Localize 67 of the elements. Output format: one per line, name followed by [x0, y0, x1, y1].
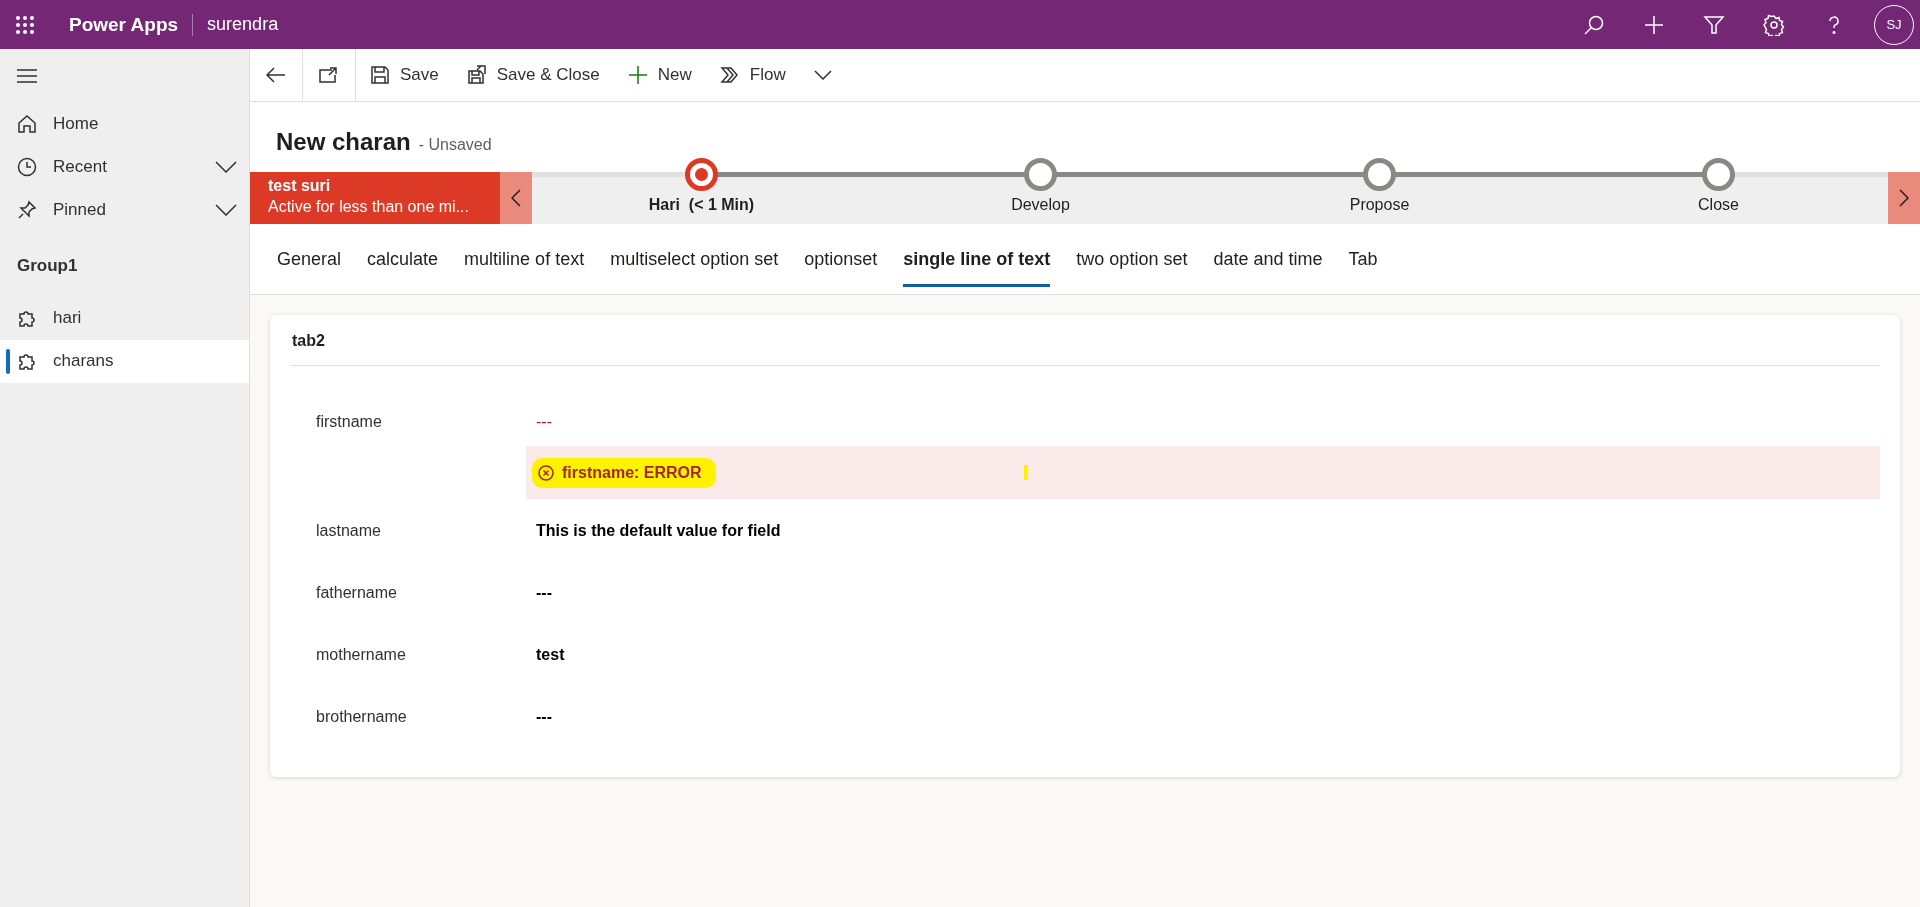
process-duration: Active for less than one mi...	[268, 197, 470, 217]
next-stage-button[interactable]	[1888, 172, 1920, 224]
stage-label[interactable]: Develop	[1011, 193, 1070, 217]
form-tab[interactable]: calculate	[354, 224, 452, 294]
field-value[interactable]: ---	[526, 693, 1880, 741]
search-icon	[1583, 13, 1605, 36]
nav-item[interactable]: Recent	[0, 145, 249, 188]
field-value[interactable]: test	[526, 631, 1880, 679]
plus-icon	[627, 65, 648, 85]
nav-item[interactable]: charans	[0, 339, 249, 383]
home-icon	[17, 113, 37, 134]
command-button[interactable]: Flow	[705, 49, 800, 101]
form-tab[interactable]: single line of text	[890, 224, 1064, 294]
form-tab[interactable]: two option set	[1063, 224, 1201, 294]
settings-icon	[1763, 13, 1785, 36]
popout-icon	[319, 67, 339, 83]
form-tab[interactable]: multiselect option set	[597, 224, 792, 294]
stage-label[interactable]: Close	[1698, 193, 1739, 217]
plus-icon	[1643, 13, 1665, 36]
clock-icon	[17, 156, 37, 177]
record-title: New charan	[276, 127, 411, 157]
command-button[interactable]: Save & Close	[452, 49, 614, 101]
field-label: firstname	[316, 412, 383, 432]
field-value[interactable]: ---	[526, 398, 1880, 446]
selection-indicator	[6, 348, 10, 374]
form-tab[interactable]: optionset	[791, 224, 891, 294]
save-close-icon	[466, 65, 487, 85]
command-button[interactable]: New	[613, 49, 706, 101]
nav-item[interactable]: Home	[0, 102, 249, 145]
process-name: test suri	[268, 176, 332, 196]
environment-name: surendra	[206, 13, 279, 36]
filter-icon	[1703, 13, 1725, 36]
chevron-left-icon	[511, 189, 521, 207]
field-label: mothername	[316, 645, 407, 665]
form-tab[interactable]: Tab	[1335, 224, 1391, 294]
chevron-right-icon	[1899, 189, 1909, 207]
back-arrow-icon	[266, 67, 286, 83]
field-label: brothername	[316, 707, 408, 727]
section-title: tab2	[290, 315, 1880, 366]
field-label: lastname	[316, 521, 382, 541]
field-label: fathername	[316, 583, 398, 603]
nav-item[interactable]: hari	[0, 296, 249, 340]
form-tab[interactable]: date and time	[1200, 224, 1336, 294]
app-grid-icon	[14, 14, 35, 35]
previous-stage-button[interactable]	[500, 172, 532, 224]
nav-item[interactable]: Pinned	[0, 188, 249, 231]
app-name[interactable]: Power Apps	[49, 13, 194, 36]
field-value[interactable]: This is the default value for field	[526, 507, 1880, 555]
error-message: firstname: ERROR	[532, 457, 716, 488]
save-icon	[370, 65, 390, 85]
pin-icon	[17, 199, 37, 220]
flow-icon	[719, 65, 740, 85]
stage-label[interactable]: Hari (< 1 Min)	[648, 193, 755, 217]
field-value[interactable]: ---	[526, 569, 1880, 617]
form-tab[interactable]: General	[264, 224, 355, 294]
highlight-mark	[1023, 465, 1028, 480]
command-button[interactable]: Save	[356, 49, 453, 101]
chevron-down-icon	[813, 70, 832, 80]
form-tab[interactable]: multiline of text	[451, 224, 598, 294]
group-heading: Group1	[16, 255, 79, 277]
puzzle-icon	[17, 308, 37, 328]
save-status: - Unsaved	[418, 135, 492, 155]
puzzle-icon	[17, 351, 37, 371]
stage-label[interactable]: Propose	[1349, 193, 1410, 217]
menu-icon[interactable]	[17, 68, 37, 83]
process-flag[interactable]: test suri Active for less than one mi...	[250, 172, 500, 224]
error-icon	[538, 464, 554, 481]
